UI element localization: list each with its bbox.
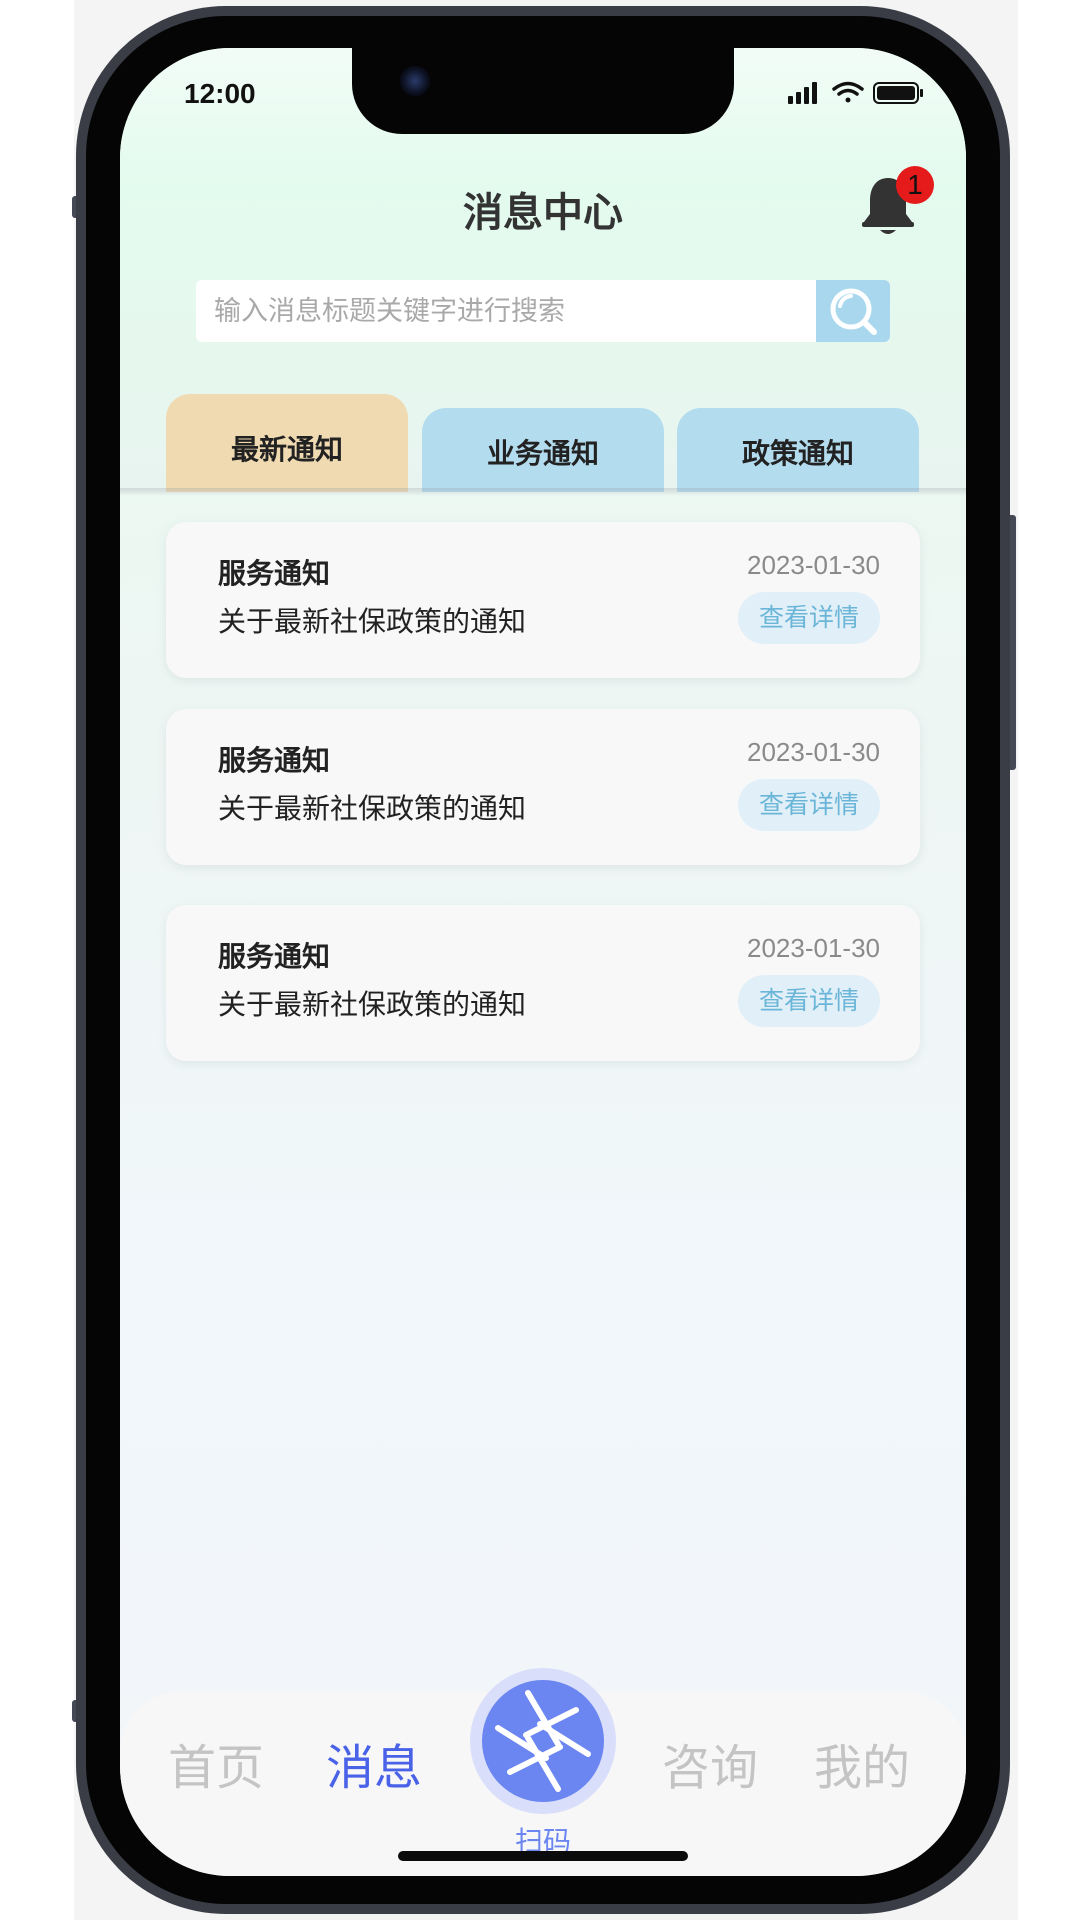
nav-item-home[interactable]: 首页 [168,1728,264,1798]
battery-icon [873,82,923,104]
tab-business-notices[interactable]: 业务通知 [422,408,664,492]
status-time: 12:00 [184,78,256,109]
page-background-left [0,0,74,1920]
tab-latest-notices[interactable]: 最新通知 [166,394,408,492]
home-indicator[interactable] [398,1851,688,1861]
message-title: 服务通知 [218,940,331,973]
message-description: 关于最新社保政策的通知 [218,792,527,825]
notification-badge: 1 [896,166,934,204]
signal-icon [788,82,817,104]
message-date: 2023-01-30 [747,550,880,580]
message-description: 关于最新社保政策的通知 [218,988,527,1021]
aperture-scan-icon [495,1690,591,1792]
message-card[interactable]: 服务通知 关于最新社保政策的通知 2023-01-30 查看详情 [166,709,920,865]
scan-button-core[interactable] [482,1680,604,1802]
search-input[interactable] [196,280,816,342]
search-button[interactable] [816,280,890,342]
view-details-button[interactable]: 查看详情 [738,592,880,644]
nav-item-consult[interactable]: 咨询 [662,1728,758,1798]
phone-screen: 12:00 消息中心 1 最新通知 业务通 [120,48,966,1876]
search-icon [830,288,877,335]
message-description: 关于最新社保政策的通知 [218,605,527,638]
tab-policy-notices[interactable]: 政策通知 [677,408,919,492]
view-details-button[interactable]: 查看详情 [738,779,880,831]
message-title: 服务通知 [218,744,331,777]
view-details-button[interactable]: 查看详情 [738,975,880,1027]
message-card[interactable]: 服务通知 关于最新社保政策的通知 2023-01-30 查看详情 [166,522,920,678]
message-title: 服务通知 [218,557,331,590]
nav-item-messages[interactable]: 消息 [326,1728,422,1798]
message-date: 2023-01-30 [747,737,880,767]
message-card[interactable]: 服务通知 关于最新社保政策的通知 2023-01-30 查看详情 [166,905,920,1061]
page-background-right [1018,0,1080,1920]
wifi-icon [832,81,864,103]
front-camera [400,66,430,96]
tab-divider [120,488,966,496]
nav-item-profile[interactable]: 我的 [814,1728,910,1798]
page-title: 消息中心 [463,190,623,236]
status-icons [788,81,923,104]
message-date: 2023-01-30 [747,933,880,963]
